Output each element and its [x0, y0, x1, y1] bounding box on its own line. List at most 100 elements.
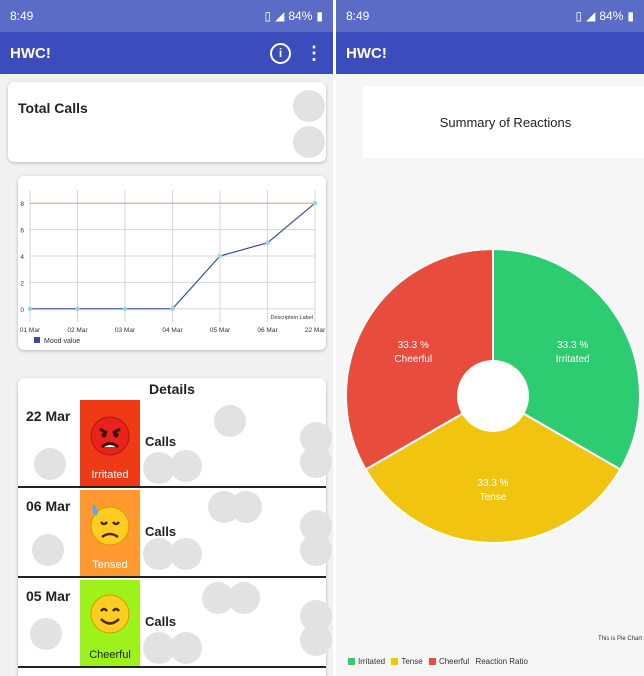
smiling-face-icon: [90, 594, 130, 634]
mood-chart-card: 0 2 4 6 8 01 Mar 02 Mar 03 Mar 04 Mar 05 Mar 06 Ma…: [18, 176, 326, 350]
y-tick-label: 0: [20, 307, 24, 314]
redacted-blob: [230, 491, 262, 523]
legend-irritated-swatch: [348, 658, 355, 666]
app-bar: HWC!: [336, 32, 644, 74]
battery-icon: ▮: [316, 9, 323, 23]
pie-corner-text: This is Pie Chart: [597, 636, 642, 642]
right-screen: 8:49 ▯ ◢ 84% ▮ HWC! Summary of Reactions…: [336, 0, 644, 676]
battery-icon: ▮: [627, 9, 634, 23]
status-bar: 8:49 ▯ ◢ 84% ▮: [0, 0, 333, 32]
details-row[interactable]: 05 Mar Cheerful Calls: [18, 578, 332, 668]
vibrate-icon: ▯: [264, 9, 272, 23]
y-tick-label: 8: [20, 201, 24, 208]
mood-data-point: [170, 306, 175, 311]
legend-mood-value: Mood value: [44, 338, 80, 345]
x-tick-label: 02 Mar: [67, 327, 88, 334]
angry-face-icon: [90, 416, 130, 456]
mood-data-point: [27, 306, 33, 311]
x-tick-label: 05 Mar: [210, 327, 231, 334]
y-tick-label: 2: [20, 280, 24, 287]
signal-icon: ◢: [586, 9, 596, 23]
app-title: HWC!: [10, 44, 51, 62]
status-time: 8:49: [346, 9, 370, 23]
status-time: 8:49: [10, 9, 34, 23]
sad-face-icon: [90, 504, 130, 546]
legend-cheerful: Cheerful: [438, 657, 470, 666]
total-calls-card: Total Calls: [8, 82, 326, 162]
legend-irritated: Irritated: [358, 657, 386, 666]
mood-label: Tensed: [92, 559, 128, 571]
redacted-blob: [170, 632, 202, 664]
chart-description-label: Description Label: [271, 315, 314, 321]
legend-tense-swatch: [391, 658, 399, 666]
row-date: 22 Mar: [26, 408, 71, 424]
pie-slice-percent: 33.3 %: [398, 340, 429, 351]
pie-center-hole: [457, 360, 529, 432]
mood-label: Irritated: [91, 469, 129, 481]
pie-legend: Irritated Tense Cheerful Reaction Ratio: [348, 657, 528, 666]
redacted-blob: [293, 90, 325, 122]
details-row[interactable]: 22 Mar Irritated Calls: [18, 398, 332, 488]
pie-slice-label: Tense: [480, 492, 507, 503]
pie-slice-label: Irritated: [556, 354, 590, 365]
mood-data-point: [75, 306, 80, 311]
mood-data-point: [265, 240, 270, 245]
redacted-blob: [300, 624, 332, 656]
pie-slice-label: Cheerful: [394, 354, 432, 365]
battery-percent: 84%: [288, 9, 313, 23]
battery-percent: 84%: [599, 9, 624, 23]
redacted-blob: [170, 538, 202, 570]
status-icons: ▯ ◢ 84% ▮: [576, 9, 634, 23]
total-calls-label: Total Calls: [18, 100, 88, 116]
redacted-blob: [32, 534, 64, 566]
app-bar: HWC! i ⋮: [0, 32, 333, 74]
vibrate-icon: ▯: [575, 9, 583, 23]
mood-line-chart: 0 2 4 6 8 01 Mar 02 Mar 03 Mar 04 Mar 05 Mar 06 Ma…: [20, 190, 326, 345]
x-tick-label: 01 Mar: [20, 327, 41, 334]
redacted-blob: [293, 126, 325, 158]
mood-badge: Irritated: [80, 400, 140, 486]
calls-label: Calls: [145, 614, 177, 629]
reactions-pie-chart[interactable]: 33.3 % Irritated 33.3 % Tense 33.3 % Cheerful: [336, 240, 644, 570]
pie-title: Summary of Reactions: [439, 115, 572, 130]
legend-cheerful-swatch: [428, 658, 436, 666]
info-icon[interactable]: i: [270, 42, 291, 64]
more-options-icon[interactable]: ⋮: [305, 43, 323, 64]
mood-data-point: [217, 253, 223, 259]
details-title: Details: [149, 381, 195, 397]
calls-label: Calls: [145, 434, 177, 449]
row-date: 06 Mar: [26, 498, 71, 514]
legend-swatch: [34, 337, 40, 343]
redacted-blob: [34, 448, 66, 480]
x-tick-label: 22 Mar: [305, 327, 326, 334]
mood-data-point: [312, 201, 318, 206]
redacted-blob: [214, 405, 246, 437]
x-tick-label: 03 Mar: [115, 327, 136, 334]
details-row[interactable]: 06 Mar Tensed Calls: [18, 488, 332, 578]
legend-description: Reaction Ratio: [475, 657, 528, 666]
x-tick-label: 04 Mar: [162, 327, 183, 334]
redacted-blob: [300, 534, 332, 566]
redacted-blob: [170, 450, 202, 482]
legend-tense: Tense: [401, 657, 423, 666]
pie-slice-percent: 33.3 %: [477, 478, 508, 489]
calls-label: Calls: [145, 524, 177, 539]
app-title: HWC!: [346, 44, 387, 62]
redacted-blob: [228, 582, 260, 614]
row-date: 05 Mar: [26, 588, 71, 604]
mood-label: Cheerful: [89, 649, 131, 661]
pie-title-card: Summary of Reactions: [363, 86, 644, 158]
redacted-blob: [300, 446, 332, 478]
pie-slice-percent: 33.3 %: [557, 340, 588, 351]
mood-badge: Cheerful: [80, 580, 140, 666]
signal-icon: ◢: [275, 9, 285, 23]
redacted-blob: [30, 618, 62, 650]
y-tick-label: 4: [20, 254, 24, 261]
y-tick-label: 6: [20, 228, 24, 235]
details-card: Details 22 Mar Irritated Calls 06 Mar Te…: [18, 378, 332, 676]
mood-data-point: [122, 306, 128, 311]
status-icons: ▯ ◢ 84% ▮: [265, 9, 323, 23]
mood-badge: Tensed: [80, 490, 140, 576]
status-bar: 8:49 ▯ ◢ 84% ▮: [336, 0, 644, 32]
left-screen: 8:49 ▯ ◢ 84% ▮ HWC! i ⋮ Total Calls 0 2 4 6…: [0, 0, 333, 676]
